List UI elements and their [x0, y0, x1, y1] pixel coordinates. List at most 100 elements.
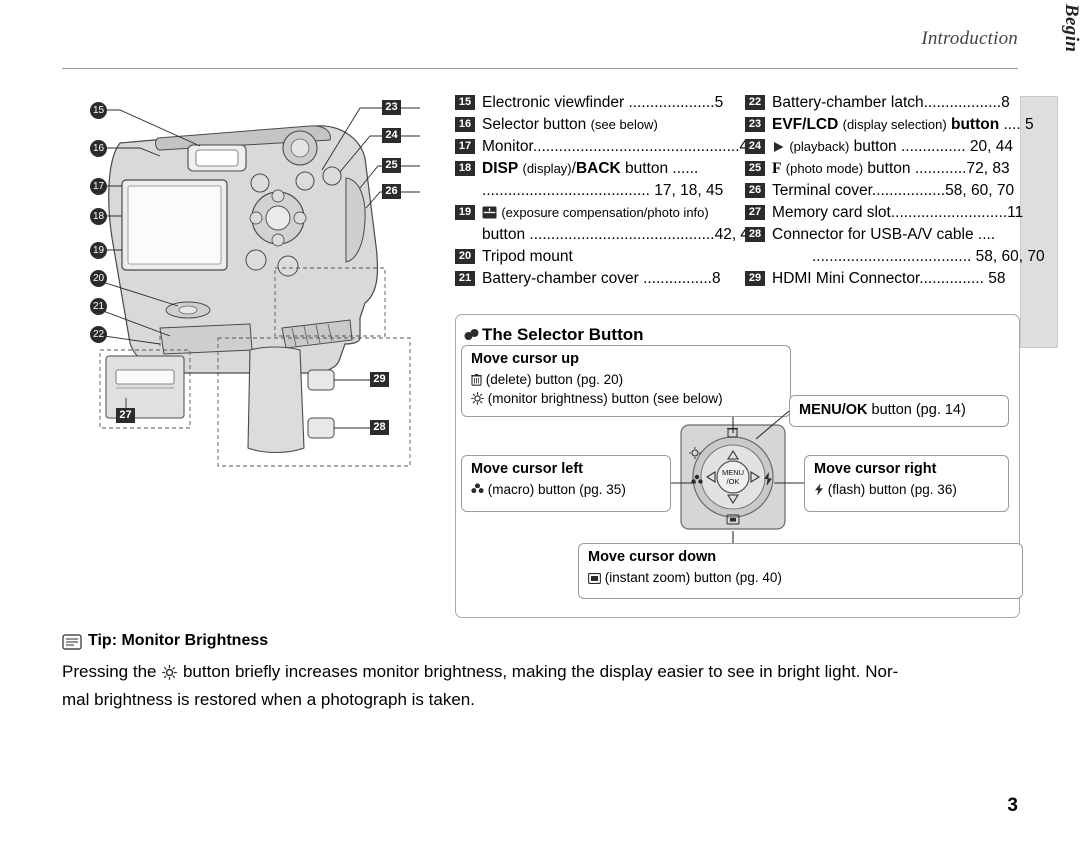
instant-zoom-icon: [588, 573, 601, 584]
index-label: F (photo mode) button ............72, 83: [772, 160, 1010, 177]
index-item-27: 27 Memory card slot.....................…: [745, 202, 1023, 223]
menu-ok-label: MENU/OK button (pg. 14): [799, 402, 966, 418]
index-num: 24: [745, 139, 765, 154]
menu-ok-box: MENU/OK button (pg. 14): [789, 395, 1009, 427]
svg-text:/OK: /OK: [727, 477, 740, 486]
index-item-21: 21 Battery-chamber cover ...............…: [455, 268, 737, 289]
callout-25: 25: [382, 158, 401, 173]
section-tab-label: Before You Begin: [1060, 0, 1080, 118]
tip-note-icon: [62, 634, 82, 650]
index-num: 22: [745, 95, 765, 110]
index-label: Battery-chamber cover ................8: [482, 270, 721, 287]
index-num: 28: [745, 227, 765, 242]
callout-23: 23: [382, 100, 401, 115]
callout-22: 22: [90, 326, 107, 343]
index-note: (see below): [590, 117, 658, 132]
index-label: (playback) button ............... 20, 44: [772, 136, 1020, 157]
callout-19: 19: [90, 242, 107, 259]
move-cursor-up-line1: (delete) button (pg. 20): [471, 370, 781, 389]
index-item-16: 16 Selector button (see below): [455, 114, 737, 135]
index-item-19-cont: button .................................…: [455, 224, 758, 245]
callout-21: 21: [90, 298, 107, 315]
index-label: button .................................…: [482, 226, 758, 243]
macro-flower-icon: [471, 483, 484, 494]
monitor-brightness-sun-icon: [162, 665, 178, 680]
callout-27: 27: [116, 408, 135, 423]
section-bullet-icon: [464, 329, 479, 340]
index-note: (photo mode): [785, 161, 864, 176]
callout-24: 24: [382, 128, 401, 143]
tip-body-part3: mal brightness is restored when a photog…: [62, 690, 475, 709]
move-cursor-down-box: Move cursor down (instant zoom) button (…: [578, 543, 1023, 599]
move-cursor-right-line1: (flash) button (pg. 36): [814, 480, 999, 499]
move-cursor-left-heading: Move cursor left: [471, 461, 583, 477]
index-label: ..................................... 58…: [812, 248, 1045, 265]
index-item-18: 18 DISP (display)/BACK button ......: [455, 158, 737, 179]
index-label: Connector for USB-A/V cable ....: [772, 226, 996, 243]
callout-26: 26: [382, 184, 401, 199]
index-item-15: 15 Electronic viewfinder ...............…: [455, 92, 737, 113]
index-num: 23: [745, 117, 765, 132]
index-label: ....................................... …: [482, 182, 724, 199]
index-num: 16: [455, 117, 475, 132]
callout-18: 18: [90, 208, 107, 225]
selector-button-panel: The Selector Button Move cursor up (dele…: [455, 314, 1023, 618]
index-label: Selector button (see below): [482, 116, 658, 133]
svg-text:MENU: MENU: [722, 468, 744, 477]
index-item-19: 19 (exposure compensation/photo info): [455, 202, 737, 223]
index-note: (display selection): [842, 117, 947, 132]
callout-15: 15: [90, 102, 107, 119]
index-note: (playback): [789, 139, 850, 154]
selector-panel-title: The Selector Button: [482, 325, 644, 344]
index-num-blank: [455, 227, 475, 242]
selector-dial-illustration: MENU /OK: [679, 423, 787, 531]
tip-body-part1: Pressing the: [62, 662, 157, 681]
index-item-20: 20 Tripod mount: [455, 246, 737, 267]
monitor-brightness-sun-icon: [471, 392, 484, 405]
move-cursor-up-heading: Move cursor up: [471, 351, 579, 367]
index-item-28-cont: ..................................... 58…: [745, 246, 1045, 267]
move-cursor-left-box: Move cursor left (macro) button (pg. 35): [461, 455, 671, 512]
callout-20: 20: [90, 270, 107, 287]
index-num-blank: [745, 249, 765, 264]
index-label: Monitor.................................…: [482, 138, 749, 155]
parts-index-left: 15 Electronic viewfinder ...............…: [455, 92, 758, 290]
index-label: HDMI Mini Connector............... 58: [772, 270, 1006, 287]
index-item-28: 28 Connector for USB-A/V cable ....: [745, 224, 1020, 245]
move-cursor-up-line2: (monitor brightness) button (see below): [471, 389, 781, 408]
delete-trash-icon: [471, 374, 482, 386]
move-cursor-right-heading: Move cursor right: [814, 461, 937, 477]
index-num: 27: [745, 205, 765, 220]
header-divider: [62, 68, 1018, 69]
index-label: Electronic viewfinder ..................…: [482, 94, 724, 111]
callout-16: 16: [90, 140, 107, 157]
move-cursor-right-box: Move cursor right (flash) button (pg. 36…: [804, 455, 1009, 512]
callout-17: 17: [90, 178, 107, 195]
index-num: 26: [745, 183, 765, 198]
playback-icon: [774, 142, 784, 152]
index-num: 19: [455, 205, 475, 220]
index-item-23: 23 EVF/LCD (display selection) button ..…: [745, 114, 1034, 135]
index-label: EVF/LCD (display selection) button .... …: [772, 116, 1034, 133]
index-num: 25: [745, 161, 765, 176]
move-cursor-down-heading: Move cursor down: [588, 549, 717, 565]
index-label: DISP (display)/BACK button ......: [482, 160, 699, 177]
index-label: (exposure compensation/photo info): [482, 202, 737, 223]
index-item-24: 24 (playback) button ............... 20,…: [745, 136, 1020, 157]
index-num: 18: [455, 161, 475, 176]
index-label: Terminal cover.................58, 60, 7…: [772, 182, 1015, 199]
move-cursor-down-line1: (instant zoom) button (pg. 40): [588, 568, 1013, 587]
index-item-17: 17 Monitor..............................…: [455, 136, 748, 157]
index-item-18-cont: ....................................... …: [455, 180, 737, 201]
index-item-29: 29 HDMI Mini Connector............... 58: [745, 268, 1020, 289]
index-item-22: 22 Battery-chamber latch................…: [745, 92, 1020, 113]
callout-29: 29: [370, 372, 389, 387]
index-num: 20: [455, 249, 475, 264]
index-num: 29: [745, 271, 765, 286]
exposure-compensation-icon: [482, 206, 497, 219]
index-label: Tripod mount: [482, 248, 573, 265]
move-cursor-up-box: Move cursor up (delete) button (pg. 20): [461, 345, 791, 417]
selector-dial-svg: MENU /OK: [680, 424, 786, 530]
page-number: 3: [1007, 795, 1018, 816]
move-cursor-left-line1: (macro) button (pg. 35): [471, 480, 661, 499]
